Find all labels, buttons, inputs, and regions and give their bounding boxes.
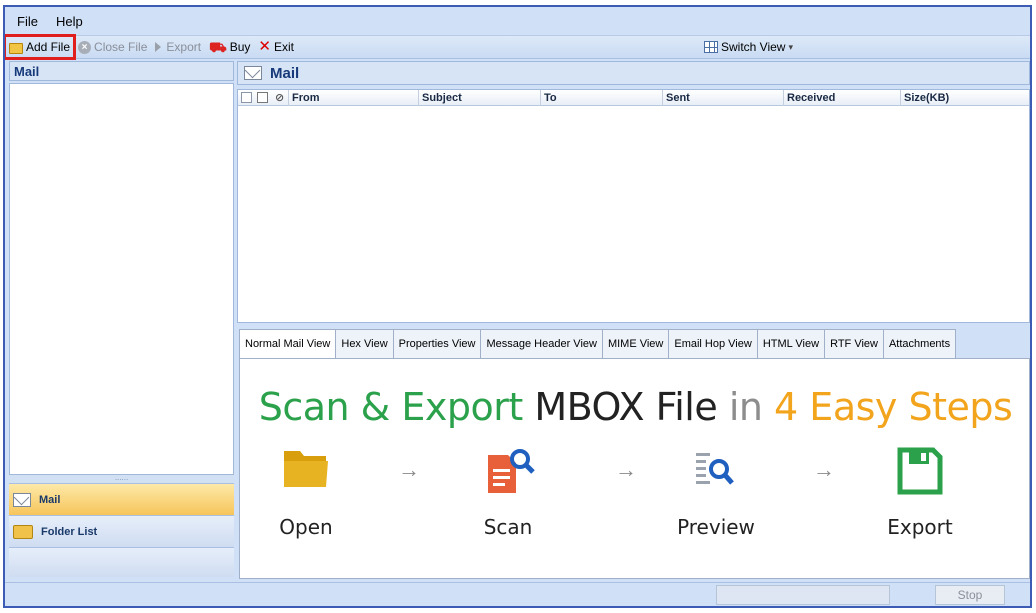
right-pane: Mail ⊘ From Subject To Sent Received Siz…	[237, 61, 1030, 581]
preview-area: Normal Mail View Hex View Properties Vie…	[239, 325, 1030, 581]
tab-mime-view[interactable]: MIME View	[602, 329, 670, 359]
mail-grid[interactable]: ⊘ From Subject To Sent Received Size(KB)	[237, 89, 1030, 323]
close-icon: ×	[78, 40, 92, 54]
banner-part-scan-export: Scan & Export	[258, 385, 535, 429]
grid-view-icon	[704, 41, 718, 53]
close-file-button[interactable]: × Close File	[74, 36, 151, 58]
nav-mail-button[interactable]: Mail	[9, 483, 234, 515]
nav-folder-list-button[interactable]: Folder List	[9, 515, 234, 547]
step-export-label: Export	[887, 515, 953, 539]
step-scan-label: Scan	[483, 515, 533, 539]
switch-view-label: Switch View	[721, 40, 786, 54]
tab-email-hop-view[interactable]: Email Hop View	[669, 329, 758, 359]
chevron-down-icon: ▾	[788, 41, 794, 52]
play-arrow-icon	[155, 42, 162, 52]
buy-button[interactable]: ⛟ Buy	[205, 36, 254, 58]
add-file-button[interactable]: Add File	[5, 34, 77, 60]
nav-mail-label: Mail	[39, 493, 61, 506]
tab-attachments[interactable]: Attachments	[883, 329, 957, 359]
status-bar: Stop	[5, 582, 1030, 606]
preview-content: Scan & Export MBOX File in 4 Easy Steps …	[239, 358, 1030, 579]
pane-splitter[interactable]: ......	[9, 474, 234, 483]
open-folder-icon	[282, 447, 330, 494]
arrow-right-icon: →	[398, 457, 420, 482]
nav-empty-slot	[9, 547, 234, 577]
grid-header: ⊘ From Subject To Sent Received Size(KB)	[238, 90, 1029, 106]
app-window: File Help Add File × Close File Export ⛟…	[3, 5, 1032, 608]
left-pane-header: Mail	[9, 61, 234, 81]
select-all-checkbox[interactable]	[241, 92, 252, 103]
banner-title: Scan & Export MBOX File in 4 Easy Steps	[240, 385, 1030, 429]
step-open-label: Open	[279, 515, 333, 539]
attachment-icon: ⊘	[275, 92, 285, 104]
tab-rtf-view[interactable]: RTF View	[825, 329, 884, 359]
arrow-right-icon: →	[615, 457, 637, 482]
envelope-icon	[244, 66, 262, 80]
tab-message-header-view[interactable]: Message Header View	[481, 329, 603, 359]
nav-folder-list-label: Folder List	[41, 525, 98, 538]
exit-label: Exit	[273, 40, 294, 54]
envelope-icon	[13, 492, 31, 507]
exit-x-icon: ✕	[258, 38, 271, 55]
column-received[interactable]: Received	[783, 90, 900, 106]
column-size[interactable]: Size(KB)	[900, 90, 1029, 106]
export-button[interactable]: Export	[151, 36, 205, 58]
column-subject[interactable]: Subject	[418, 90, 540, 106]
banner-part-mbox: MBOX File	[534, 385, 729, 429]
banner-part-steps: 4 Easy Steps	[774, 385, 1013, 429]
column-to[interactable]: To	[540, 90, 662, 106]
step-preview-label: Preview	[677, 515, 755, 539]
add-file-label: Add File	[26, 40, 71, 54]
document-icon	[257, 92, 268, 103]
view-tabs: Normal Mail View Hex View Properties Vie…	[239, 329, 957, 359]
preview-search-icon	[694, 447, 740, 494]
left-pane: Mail ...... Mail Folder List	[9, 61, 234, 581]
scan-document-icon	[486, 447, 536, 498]
tab-hex-view[interactable]: Hex View	[336, 329, 394, 359]
column-from[interactable]: From	[288, 90, 418, 106]
mail-header: Mail	[237, 61, 1030, 85]
tab-properties-view[interactable]: Properties View	[393, 329, 482, 359]
export-label: Export	[166, 40, 202, 54]
save-disk-icon	[897, 447, 943, 498]
arrow-right-icon: →	[813, 457, 835, 482]
tab-html-view[interactable]: HTML View	[757, 329, 826, 359]
banner-part-in: in	[728, 385, 775, 429]
mail-title: Mail	[270, 64, 300, 82]
folder-icon	[13, 524, 33, 539]
menu-file[interactable]: File	[17, 14, 38, 29]
column-sent[interactable]: Sent	[662, 90, 783, 106]
buy-label: Buy	[229, 40, 251, 54]
folder-tree[interactable]	[9, 83, 234, 475]
exit-button[interactable]: ✕ Exit	[254, 36, 298, 58]
stop-button[interactable]: Stop	[935, 585, 1005, 605]
menu-bar: File Help	[5, 7, 1030, 35]
cart-icon: ⛟	[209, 39, 227, 55]
menu-help[interactable]: Help	[56, 14, 83, 29]
switch-view-button[interactable]: Switch View ▾	[700, 36, 797, 58]
toolbar: Add File × Close File Export ⛟ Buy ✕ Exi…	[5, 34, 1030, 60]
folder-open-icon	[9, 42, 23, 54]
close-file-label: Close File	[94, 40, 148, 54]
tab-normal-mail-view[interactable]: Normal Mail View	[239, 329, 337, 359]
progress-bar	[716, 585, 890, 605]
